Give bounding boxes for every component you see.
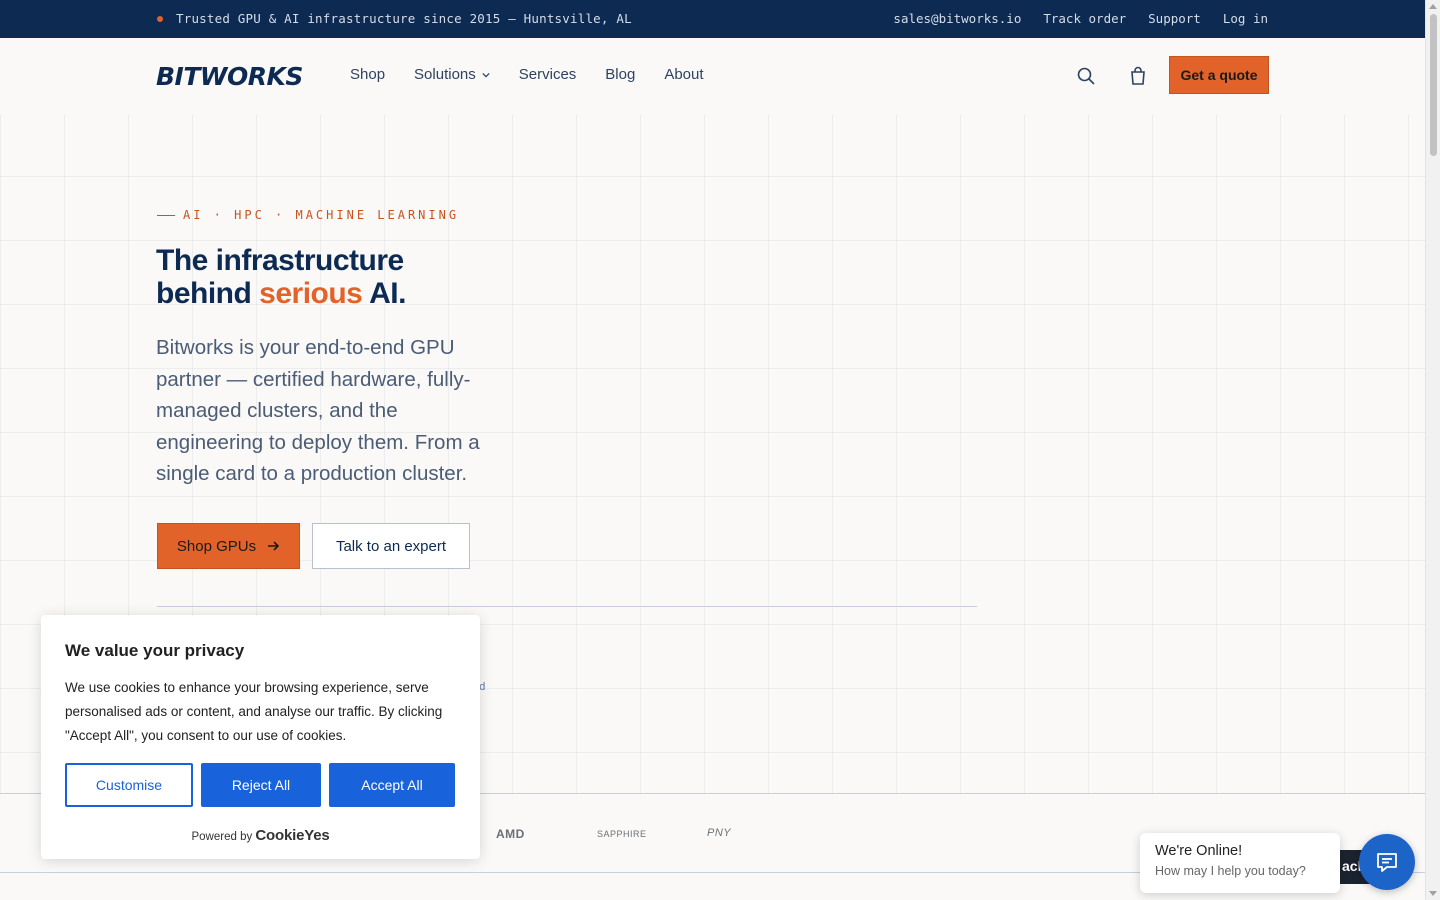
- shopping-bag-icon[interactable]: [1128, 66, 1148, 86]
- logo-text: BITWORKS: [156, 61, 303, 91]
- cookieyes-logo[interactable]: CookieYes: [255, 827, 329, 844]
- hero-divider: [157, 606, 977, 607]
- hero-lede: Bitworks is your end-to-end GPU partner …: [156, 336, 480, 485]
- headline-post: AI.: [362, 277, 406, 310]
- get-a-quote-button[interactable]: Get a quote: [1169, 56, 1269, 94]
- pny-logo: PNY: [707, 827, 732, 839]
- talk-to-expert-button[interactable]: Talk to an expert: [312, 523, 470, 569]
- nav-shop-label: Shop: [350, 66, 386, 83]
- nav-blog[interactable]: Blog: [605, 66, 635, 83]
- shop-gpus-label: Shop GPUs: [176, 537, 257, 555]
- nav-about[interactable]: About: [664, 66, 703, 83]
- chevron-down-icon: [482, 72, 490, 77]
- nav-about-label: About: [664, 66, 704, 83]
- chat-launcher-button[interactable]: [1359, 834, 1415, 890]
- nav-services[interactable]: Services: [519, 66, 577, 83]
- arrow-right-icon: [268, 541, 280, 551]
- headline-pre: behind: [156, 277, 260, 310]
- topbar-links: sales@bitworks.io Track order Support Lo…: [893, 11, 1268, 26]
- eyebrow-text: AI · HPC · MACHINE LEARNING: [183, 208, 460, 222]
- support-link[interactable]: Support: [1148, 11, 1201, 26]
- headline-accent: serious: [259, 277, 363, 310]
- chat-icon: [1377, 853, 1397, 872]
- nav-services-label: Services: [518, 66, 577, 83]
- reject-all-button[interactable]: Reject All: [201, 763, 321, 807]
- cookie-title: We value your privacy: [65, 641, 245, 660]
- eyebrow-rule: [157, 214, 175, 216]
- powered-by-label: Powered by: [191, 831, 253, 843]
- sales-email-link[interactable]: sales@bitworks.io: [893, 11, 1021, 26]
- scroll-up-icon[interactable]: [1429, 4, 1437, 9]
- sapphire-logo: SAPPHIRE: [597, 829, 647, 839]
- chat-greeting-bubble[interactable]: We're Online! How may I help you today?: [1140, 833, 1340, 893]
- status-dot-icon: [157, 16, 163, 22]
- search-icon[interactable]: [1076, 66, 1096, 86]
- top-announcement-bar: Trusted GPU & AI infrastructure since 20…: [0, 0, 1425, 38]
- chat-subtitle: How may I help you today?: [1155, 864, 1306, 878]
- customise-button[interactable]: Customise: [65, 763, 193, 807]
- shop-gpus-button[interactable]: Shop GPUs: [157, 523, 300, 569]
- scroll-thumb[interactable]: [1430, 14, 1437, 156]
- site-header: BITWORKS Shop Solutions Services Blog Ab…: [0, 38, 1425, 114]
- amd-logo: AMD: [496, 827, 525, 841]
- track-order-link[interactable]: Track order: [1043, 11, 1126, 26]
- cookie-consent-dialog: We value your privacy We use cookies to …: [41, 615, 480, 859]
- nav-shop[interactable]: Shop: [350, 66, 385, 83]
- hero-headline: The infrastructure behind serious AI.: [156, 244, 406, 310]
- nav-blog-label: Blog: [605, 66, 636, 83]
- page-scrollbar[interactable]: [1425, 0, 1440, 900]
- nav-solutions-label: Solutions: [414, 66, 476, 83]
- login-link[interactable]: Log in: [1223, 11, 1268, 26]
- cookie-body: We use cookies to enhance your browsing …: [65, 680, 443, 743]
- accept-all-button[interactable]: Accept All: [329, 763, 455, 807]
- chat-title: We're Online!: [1155, 843, 1243, 859]
- logo[interactable]: BITWORKS: [156, 60, 303, 92]
- tagline: Trusted GPU & AI infrastructure since 20…: [176, 11, 632, 26]
- headline-line-1: The infrastructure: [156, 244, 404, 277]
- hero-eyebrow: AI · HPC · MACHINE LEARNING: [157, 208, 459, 222]
- powered-by: Powered by CookieYes: [41, 827, 480, 844]
- nav-solutions[interactable]: Solutions: [414, 66, 490, 83]
- scroll-down-icon[interactable]: [1429, 891, 1437, 896]
- main-nav: Shop Solutions Services Blog About: [350, 66, 704, 83]
